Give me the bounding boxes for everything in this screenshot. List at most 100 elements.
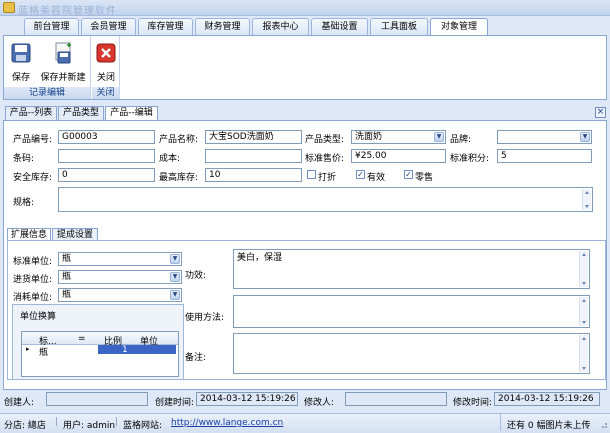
upload-status: 还有 0 幅图片未上传	[507, 421, 591, 431]
note-label: 备注:	[185, 353, 207, 363]
tab-basic-settings[interactable]: 基础设置	[311, 18, 368, 35]
modifier-label: 修改人:	[304, 398, 335, 408]
scrollbar[interactable]	[579, 251, 588, 287]
use-unit-select[interactable]: 瓶 ▼	[58, 288, 182, 302]
scrollbar[interactable]	[579, 297, 588, 326]
price-field[interactable]: ¥25.00	[351, 149, 446, 163]
doc-tab-product-type[interactable]: 产品类型	[58, 106, 104, 120]
user-status: 用户: admin	[63, 421, 116, 431]
code-label: 产品编号:	[13, 135, 53, 145]
tab-tools[interactable]: 工具面板	[370, 18, 428, 35]
app-icon	[3, 2, 15, 13]
std-unit-select[interactable]: 瓶 ▼	[58, 252, 182, 266]
close-button[interactable]: 关闭	[93, 40, 119, 84]
scrollbar[interactable]	[579, 335, 588, 372]
save-new-icon	[55, 42, 71, 64]
grid-col-eq: =	[78, 334, 86, 344]
creator-field	[46, 392, 148, 406]
std-unit-label: 标准单位:	[13, 257, 53, 267]
doc-tab-product-edit[interactable]: 产品--编辑	[105, 106, 158, 120]
save-and-new-label: 保存并新建	[40, 73, 86, 83]
maxstock-label: 最高库存:	[159, 173, 199, 183]
type-value: 洗面奶	[355, 132, 383, 142]
points-field[interactable]: 5	[497, 149, 592, 163]
usage-field[interactable]	[233, 295, 590, 328]
store-status: 分店: 總店	[4, 421, 46, 431]
type-select[interactable]: 洗面奶 ▼	[351, 130, 446, 144]
spec-label: 规格:	[13, 198, 35, 208]
in-unit-value: 瓶	[62, 272, 72, 282]
save-button[interactable]: 保存	[7, 40, 35, 84]
status-divider: |	[115, 417, 119, 427]
cost-field[interactable]	[205, 149, 302, 163]
retail-checkbox[interactable]: ✓	[404, 170, 413, 179]
tab-reports[interactable]: 报表中心	[252, 18, 309, 35]
effect-field[interactable]: 美白，保湿	[233, 249, 590, 289]
modifier-field	[345, 392, 447, 406]
ribbon-group-close: 关闭 关闭	[92, 36, 120, 99]
tab-finance[interactable]: 财务管理	[195, 18, 250, 35]
code-field[interactable]: G00003	[58, 130, 155, 144]
chevron-down-icon[interactable]: ▼	[580, 132, 590, 142]
grid-row-highlight	[98, 345, 176, 354]
points-label: 标准积分:	[450, 154, 490, 164]
window-title: 蓝格美容院管理软件	[18, 6, 117, 17]
maxstock-field[interactable]: 10	[205, 168, 302, 182]
ctime-label: 创建时间:	[155, 398, 195, 408]
resize-grip-icon[interactable]	[598, 416, 608, 430]
discount-label: 打折	[318, 173, 337, 183]
effect-label: 功效:	[185, 271, 207, 281]
minstock-label: 安全库存:	[13, 173, 53, 183]
unit-conversion-label: 单位换算	[20, 312, 57, 322]
site-link[interactable]: http://www.lange.com.cn	[171, 418, 283, 428]
discount-checkbox[interactable]	[307, 170, 316, 179]
in-unit-select[interactable]: 瓶 ▼	[58, 270, 182, 284]
save-and-new-button[interactable]: 保存并新建	[39, 40, 87, 84]
doc-tab-product-list[interactable]: 产品--列表	[5, 106, 57, 120]
tab-object-manage[interactable]: 对象管理	[430, 18, 488, 36]
valid-label: 有效	[367, 173, 386, 183]
close-tab-icon[interactable]: ×	[595, 107, 606, 118]
site-label: 蓝格网站:	[123, 421, 163, 431]
mtime-field: 2014-03-12 15:19:26	[494, 392, 600, 406]
spec-field[interactable]	[58, 187, 593, 212]
chevron-down-icon[interactable]: ▼	[170, 254, 180, 264]
price-label: 标准售价:	[305, 154, 345, 164]
effect-value: 美白，保湿	[237, 253, 283, 263]
tab-front-desk[interactable]: 前台管理	[24, 18, 79, 35]
brand-select[interactable]: ▼	[497, 130, 592, 144]
minstock-field[interactable]: 0	[58, 168, 155, 182]
close-label: 关闭	[96, 73, 115, 83]
mtime-label: 修改时间:	[453, 398, 493, 408]
std-unit-value: 瓶	[62, 254, 72, 264]
save-label: 保存	[11, 73, 30, 83]
row-pointer-icon: ▸	[26, 345, 30, 353]
name-label: 产品名称:	[159, 135, 199, 145]
scrollbar[interactable]	[582, 189, 591, 210]
valid-checkbox[interactable]: ✓	[356, 170, 365, 179]
chevron-down-icon[interactable]: ▼	[170, 272, 180, 282]
in-unit-label: 进货单位:	[13, 275, 53, 285]
use-unit-value: 瓶	[62, 290, 72, 300]
retail-label: 零售	[415, 173, 434, 183]
note-field[interactable]	[233, 333, 590, 374]
save-icon	[11, 43, 31, 63]
creator-label: 创建人:	[4, 398, 35, 408]
grid-cell-std: 瓶	[39, 348, 49, 358]
tab-inventory[interactable]: 库存管理	[138, 18, 193, 35]
table-row[interactable]: ▸ 瓶 1	[22, 345, 178, 358]
ribbon: 保存 保存并新建 记录编辑 关闭 关闭	[3, 35, 607, 100]
ribbon-group-edit: 保存 保存并新建 记录编辑	[4, 36, 91, 99]
unit-conversion-grid[interactable]: 标... = 比例 单位 ▸ 瓶 1	[21, 331, 179, 377]
grid-cell-ratio: 1	[122, 345, 128, 355]
tab-members[interactable]: 会员管理	[81, 18, 136, 35]
name-field[interactable]: 大宝SOD洗面奶	[205, 130, 302, 144]
barcode-field[interactable]	[58, 149, 155, 163]
title-bar: 蓝格美容院管理软件	[0, 0, 610, 17]
chevron-down-icon[interactable]: ▼	[434, 132, 444, 142]
ribbon-group-edit-label: 记录编辑	[4, 87, 90, 99]
chevron-down-icon[interactable]: ▼	[170, 290, 180, 300]
status-divider: |	[55, 417, 59, 427]
use-unit-label: 消耗单位:	[13, 293, 53, 303]
close-icon	[96, 43, 116, 63]
